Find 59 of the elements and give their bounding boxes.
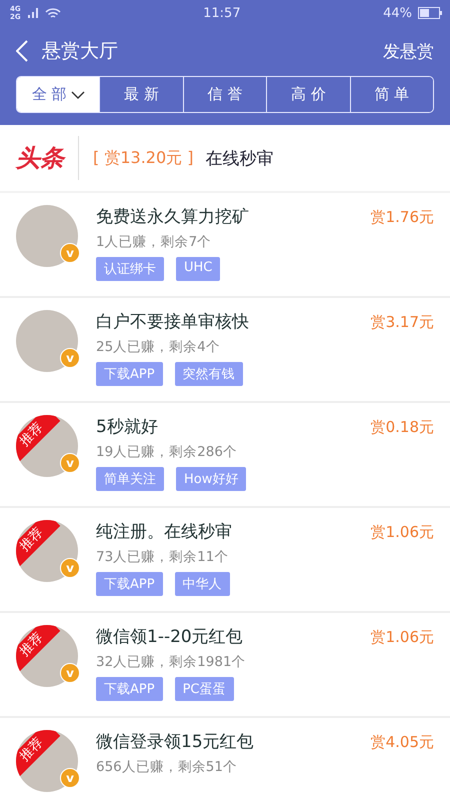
signal-icon	[26, 7, 39, 19]
task-tag: 下载APP	[96, 572, 163, 596]
task-card[interactable]: 推荐 v 5秒就好 19人已赚，剩余286个 简单关注 How好好 赏0.18元	[0, 403, 450, 508]
task-stats: 32人已赚，剩余1981个	[96, 653, 247, 671]
task-title: 微信领1--20元红包	[96, 626, 244, 649]
task-stats: 1人已赚，剩余7个	[96, 233, 212, 251]
task-tag: 中华人	[174, 572, 230, 596]
task-title: 白户不要接单审核快	[96, 311, 250, 334]
back-icon[interactable]	[16, 40, 28, 62]
task-tag: 认证绑卡	[96, 257, 164, 281]
task-title: 微信登录领15元红包	[96, 731, 255, 754]
post-reward-button[interactable]: 发悬赏	[383, 40, 434, 62]
task-tag: 下载APP	[96, 677, 163, 701]
verified-badge: v	[60, 768, 80, 788]
task-tag: PC蛋蛋	[174, 677, 234, 701]
filter-tab[interactable]: 全 部	[17, 77, 100, 112]
recommended-ribbon: 推荐	[16, 520, 60, 568]
task-stats: 19人已赚，剩余286个	[96, 443, 238, 461]
task-tag: 简单关注	[96, 467, 164, 491]
verified-badge: v	[60, 243, 80, 263]
recommended-ribbon: 推荐	[16, 415, 60, 464]
task-tag: 下载APP	[96, 362, 163, 386]
caret-icon	[70, 90, 85, 98]
battery-percent: 44%	[383, 6, 412, 20]
task-card[interactable]: 推荐 v 纯注册。在线秒审 73人已赚，剩余11个 下载APP 中华人 赏1.06元	[0, 508, 450, 613]
headline-banner[interactable]: 头条 [ 赏13.20元 ] 在线秒审	[0, 125, 450, 191]
clock: 11:57	[203, 6, 241, 20]
task-reward: 赏1.76元	[370, 208, 434, 228]
task-reward: 赏1.06元	[370, 523, 434, 543]
verified-badge: v	[60, 453, 80, 473]
recommended-ribbon: 推荐	[16, 625, 60, 674]
task-card[interactable]: 推荐 v 微信领1--20元红包 32人已赚，剩余1981个 下载APP PC蛋蛋 赏1.06元	[0, 613, 450, 718]
page-title: 悬赏大厅	[42, 39, 119, 64]
task-stats: 73人已赚，剩余11个	[96, 548, 230, 566]
task-stats: 656人已赚，剩余51个	[96, 758, 238, 776]
task-reward: 赏3.17元	[370, 313, 434, 333]
task-tag: 突然有钱	[174, 362, 243, 386]
task-title: 5秒就好	[96, 416, 159, 439]
filter-tab[interactable]: 简 单	[350, 77, 433, 112]
task-reward: 赏4.05元	[370, 733, 434, 753]
headline-text: 在线秒审	[205, 148, 274, 170]
headline-reward: [ 赏13.20元 ]	[93, 148, 194, 168]
verified-badge: v	[60, 348, 80, 368]
task-title: 免费送永久算力挖矿	[96, 206, 250, 229]
task-tag: How好好	[176, 467, 246, 491]
task-reward: 赏1.06元	[370, 628, 434, 648]
battery-icon	[418, 7, 442, 19]
task-stats: 25人已赚，剩余4个	[96, 338, 221, 356]
task-card[interactable]: v 免费送永久算力挖矿 1人已赚，剩余7个 认证绑卡 UHC 赏1.76元	[0, 193, 450, 298]
task-card[interactable]: 推荐 v 微信登录领15元红包 656人已赚，剩余51个 赏4.05元	[0, 718, 450, 800]
task-title: 纯注册。在线秒审	[96, 521, 233, 544]
headline-logo: 头条	[16, 136, 79, 180]
task-card[interactable]: v 白户不要接单审核快 25人已赚，剩余4个 下载APP 突然有钱 赏3.17元	[0, 298, 450, 403]
recommended-ribbon: 推荐	[16, 730, 60, 778]
task-tag: UHC	[176, 257, 220, 281]
verified-badge: v	[60, 558, 80, 578]
task-reward: 赏0.18元	[370, 418, 434, 438]
verified-badge: v	[60, 663, 80, 683]
wifi-icon	[44, 6, 61, 20]
